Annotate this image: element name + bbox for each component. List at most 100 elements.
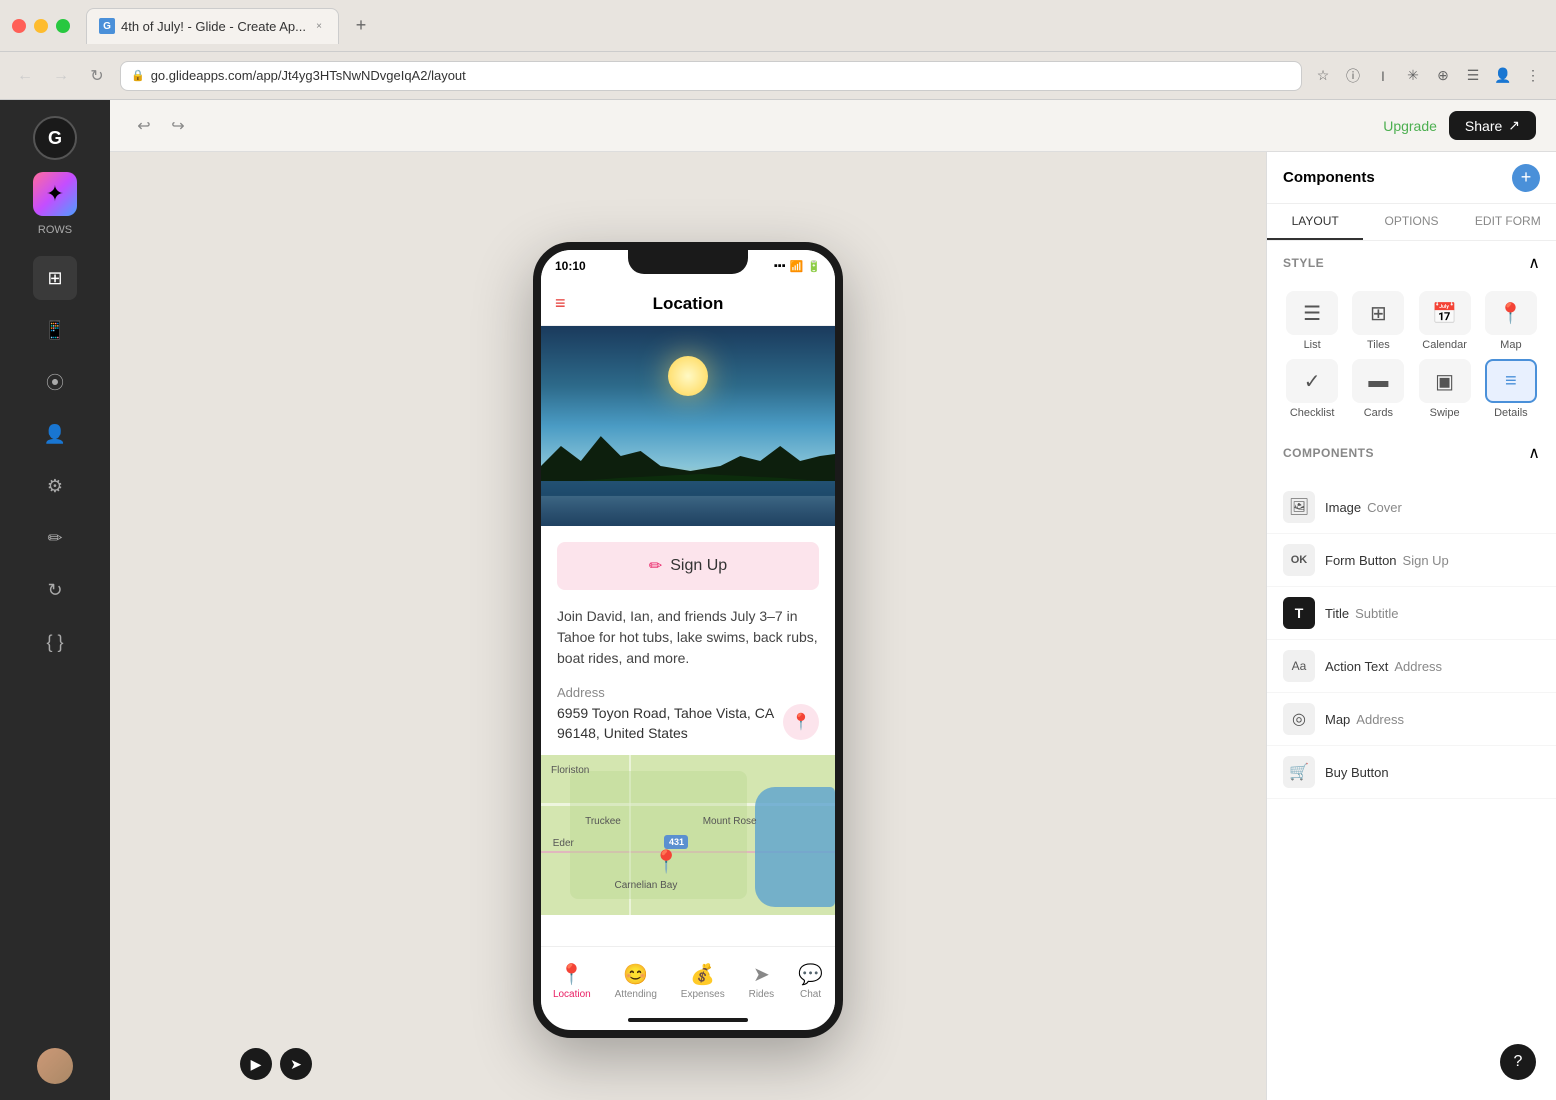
sidebar-item-edit[interactable]: ✏ — [33, 516, 77, 560]
map-label: Map — [1500, 339, 1521, 351]
sidebar-item-mobile[interactable]: 📱 — [33, 308, 77, 352]
style-list[interactable]: ☰ List — [1283, 291, 1341, 351]
refresh-button[interactable]: ↻ — [84, 63, 110, 89]
phone-mockup: 10:10 ▪▪▪ 📶 🔋 ≡ Location — [533, 242, 843, 1038]
address-label: Address — [557, 685, 819, 700]
description-text: Join David, Ian, and friends July 3–7 in… — [541, 606, 835, 685]
image-cover-icon: 🖼 — [1283, 491, 1315, 523]
redo-button[interactable]: ↪ — [164, 112, 192, 140]
phone-tab-rides[interactable]: ➤ Rides — [749, 962, 775, 1000]
phone-screen-title: Location — [653, 294, 724, 314]
lock-icon: 🔒 — [131, 69, 145, 82]
active-tab[interactable]: G 4th of July! - Glide - Create Ap... × — [86, 8, 339, 44]
forward-button[interactable]: → — [48, 63, 74, 89]
phone-tab-attending[interactable]: 😊 Attending — [615, 962, 657, 1000]
component-form-button[interactable]: OK Form Button Sign Up — [1267, 534, 1556, 587]
component-buy-button[interactable]: 🛒 Buy Button — [1267, 746, 1556, 799]
signup-button[interactable]: ✏ Sign Up — [557, 542, 819, 590]
action-text-primary: Action Text — [1325, 659, 1388, 674]
tab-bar: G 4th of July! - Glide - Create Ap... × … — [86, 8, 1544, 44]
sidebar-item-layout[interactable]: ⊞ — [33, 256, 77, 300]
cursor-button[interactable]: ➤ — [280, 1048, 312, 1080]
title-primary: Title — [1325, 606, 1349, 621]
sidebar-item-settings[interactable]: ⚙ — [33, 464, 77, 508]
hamburger-icon[interactable]: ≡ — [555, 293, 566, 314]
style-details[interactable]: ≡ Details — [1482, 359, 1540, 419]
sidebar-bottom — [37, 1048, 73, 1084]
minimize-button[interactable] — [34, 19, 48, 33]
style-checklist[interactable]: ✓ Checklist — [1283, 359, 1341, 419]
swipe-label: Swipe — [1430, 407, 1460, 419]
bookmark-icon[interactable]: ☆ — [1312, 65, 1334, 87]
cards-icon-box: ▬ — [1352, 359, 1404, 403]
sidebar-item-data[interactable]: ⦿ — [33, 360, 77, 404]
new-tab-button[interactable]: + — [347, 12, 375, 40]
play-button[interactable]: ▶ — [240, 1048, 272, 1080]
location-pin-button[interactable]: 📍 — [783, 704, 819, 740]
swipe-icon-box: ▣ — [1419, 359, 1471, 403]
attending-tab-icon: 😊 — [623, 962, 648, 987]
map-label-eder: Eder — [553, 838, 574, 849]
buy-button-primary: Buy Button — [1325, 765, 1389, 780]
style-cards[interactable]: ▬ Cards — [1349, 359, 1407, 419]
style-calendar[interactable]: 📅 Calendar — [1416, 291, 1474, 351]
chat-tab-label: Chat — [800, 989, 821, 1000]
components-section-header: COMPONENTS ∧ — [1267, 431, 1556, 481]
style-section-title: STYLE — [1283, 256, 1324, 270]
style-tiles[interactable]: ⊞ Tiles — [1349, 291, 1407, 351]
undo-redo-controls: ↩ ↪ — [130, 112, 192, 140]
profile-icon[interactable]: 👤 — [1492, 65, 1514, 87]
extension-icon[interactable]: ⓘ — [1342, 65, 1364, 87]
component-title[interactable]: T Title Subtitle — [1267, 587, 1556, 640]
extension5-icon[interactable]: ☰ — [1462, 65, 1484, 87]
panel-add-button[interactable]: + — [1512, 164, 1540, 192]
user-avatar[interactable] — [37, 1048, 73, 1084]
component-map[interactable]: ◎ Map Address — [1267, 693, 1556, 746]
menu-icon[interactable]: ⋮ — [1522, 65, 1544, 87]
phone-tab-chat[interactable]: 💬 Chat — [798, 962, 823, 1000]
address-field[interactable]: 🔒 go.glideapps.com/app/Jt4yg3HTsNwNDvgeI… — [120, 61, 1302, 91]
upgrade-button[interactable]: Upgrade — [1383, 118, 1437, 134]
back-button[interactable]: ← — [12, 63, 38, 89]
tab-layout[interactable]: LAYOUT — [1267, 204, 1363, 240]
phone-tab-location[interactable]: 📍 Location — [553, 962, 591, 1000]
components-section-header-row: COMPONENTS ∧ — [1283, 443, 1540, 463]
extension2-icon[interactable]: I — [1372, 65, 1394, 87]
component-action-text[interactable]: Aa Action Text Address — [1267, 640, 1556, 693]
extension4-icon[interactable]: ⊕ — [1432, 65, 1454, 87]
close-button[interactable] — [12, 19, 26, 33]
panel-title: Components — [1283, 169, 1375, 186]
map-component-primary: Map — [1325, 712, 1350, 727]
glide-g-icon[interactable]: G — [33, 116, 77, 160]
map-component-labels: Map Address — [1325, 712, 1404, 727]
map-label-mount-rose: Mount Rose — [703, 816, 757, 827]
tab-edit-form[interactable]: EDIT FORM — [1460, 204, 1556, 240]
components-collapse-icon[interactable]: ∧ — [1528, 443, 1540, 463]
style-collapse-icon[interactable]: ∧ — [1528, 253, 1540, 273]
phone-notch — [628, 250, 748, 274]
address-row: 6959 Toyon Road, Tahoe Vista, CA 96148, … — [557, 704, 819, 743]
sidebar-item-code[interactable]: { } — [33, 620, 77, 664]
undo-button[interactable]: ↩ — [130, 112, 158, 140]
wifi-icon: 📶 — [790, 260, 804, 273]
sidebar-item-sync[interactable]: ↻ — [33, 568, 77, 612]
map-background: Floriston Truckee Mount Rose Eder 431 📍 … — [541, 755, 835, 915]
attending-tab-label: Attending — [615, 989, 657, 1000]
help-button[interactable]: ? — [1500, 1044, 1536, 1080]
title-secondary: Subtitle — [1355, 606, 1398, 621]
tab-options[interactable]: OPTIONS — [1363, 204, 1459, 240]
sidebar-item-user[interactable]: 👤 — [33, 412, 77, 456]
component-image-cover[interactable]: 🖼 Image Cover — [1267, 481, 1556, 534]
components-section-title: COMPONENTS — [1283, 446, 1374, 460]
map-icon-box: 📍 — [1485, 291, 1537, 335]
fullscreen-button[interactable] — [56, 19, 70, 33]
glide-app-icon[interactable]: ✦ — [33, 172, 77, 216]
style-swipe[interactable]: ▣ Swipe — [1416, 359, 1474, 419]
extension3-icon[interactable]: ✳ — [1402, 65, 1424, 87]
tab-close-button[interactable]: × — [312, 19, 326, 33]
tiles-icon-box: ⊞ — [1352, 291, 1404, 335]
share-button[interactable]: Share ↗ — [1449, 111, 1536, 140]
signal-icon: ▪▪▪ — [774, 260, 786, 272]
phone-tab-expenses[interactable]: 💰 Expenses — [681, 962, 725, 1000]
style-map[interactable]: 📍 Map — [1482, 291, 1540, 351]
